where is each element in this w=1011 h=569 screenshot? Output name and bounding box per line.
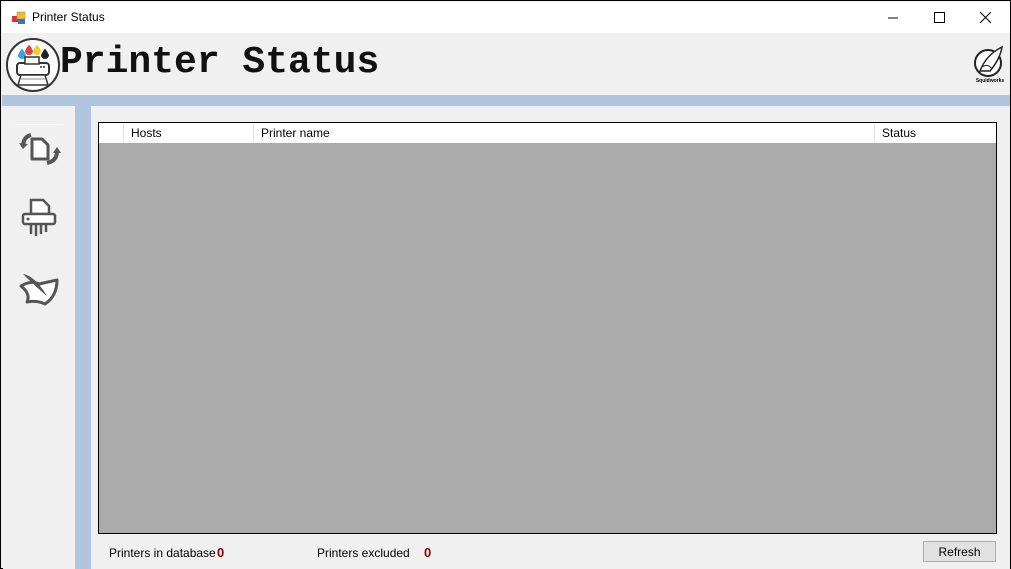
minimize-button[interactable] [870, 2, 916, 33]
printers-excluded-label: Printers excluded [317, 546, 410, 560]
sidebar-item-sync[interactable] [15, 124, 63, 172]
printers-grid[interactable]: Hosts Printer name Status [98, 122, 997, 534]
app-window: Printer Status Printer Status Squidworks… [0, 0, 1011, 569]
column-header-status[interactable]: Status [875, 123, 996, 143]
maximize-icon [933, 12, 945, 23]
refresh-button[interactable]: Refresh [923, 541, 996, 562]
sidebar-item-exclude[interactable] [15, 264, 63, 312]
sidebar-item-shred[interactable] [15, 194, 63, 242]
header-accent-band: 1.0.4 [2, 95, 1010, 202]
main-panel: Hosts Printer name Status Printers in da… [91, 106, 1010, 569]
column-header-printer-name[interactable]: Printer name [254, 123, 875, 143]
close-button[interactable] [962, 2, 1008, 33]
grid-header: Hosts Printer name Status [99, 123, 996, 143]
app-icon [12, 11, 26, 25]
printer-logo-icon [5, 37, 61, 93]
banner-title: Printer Status [60, 41, 380, 84]
printers-in-database-count: 0 [217, 545, 225, 560]
title-bar: Printer Status [2, 2, 1010, 33]
printers-in-database-label: Printers in database [109, 546, 216, 560]
sidebar-divider [75, 106, 91, 569]
shredder-icon [21, 198, 57, 236]
window-title: Printer Status [32, 10, 105, 24]
minimize-icon [888, 17, 898, 18]
squidworks-logo-icon: Squidworks [972, 45, 1008, 84]
app-header: Printer Status Squidworks [2, 33, 1010, 95]
sync-document-icon [19, 132, 61, 165]
printers-excluded-count: 0 [424, 545, 432, 560]
close-icon [979, 12, 991, 23]
column-header-row-selector[interactable] [99, 123, 124, 143]
quill-paper-icon [19, 274, 59, 306]
column-header-hosts[interactable]: Hosts [124, 123, 254, 143]
svg-text:Squidworks: Squidworks [976, 78, 1005, 83]
maximize-button[interactable] [916, 2, 962, 33]
sidebar [3, 106, 75, 569]
